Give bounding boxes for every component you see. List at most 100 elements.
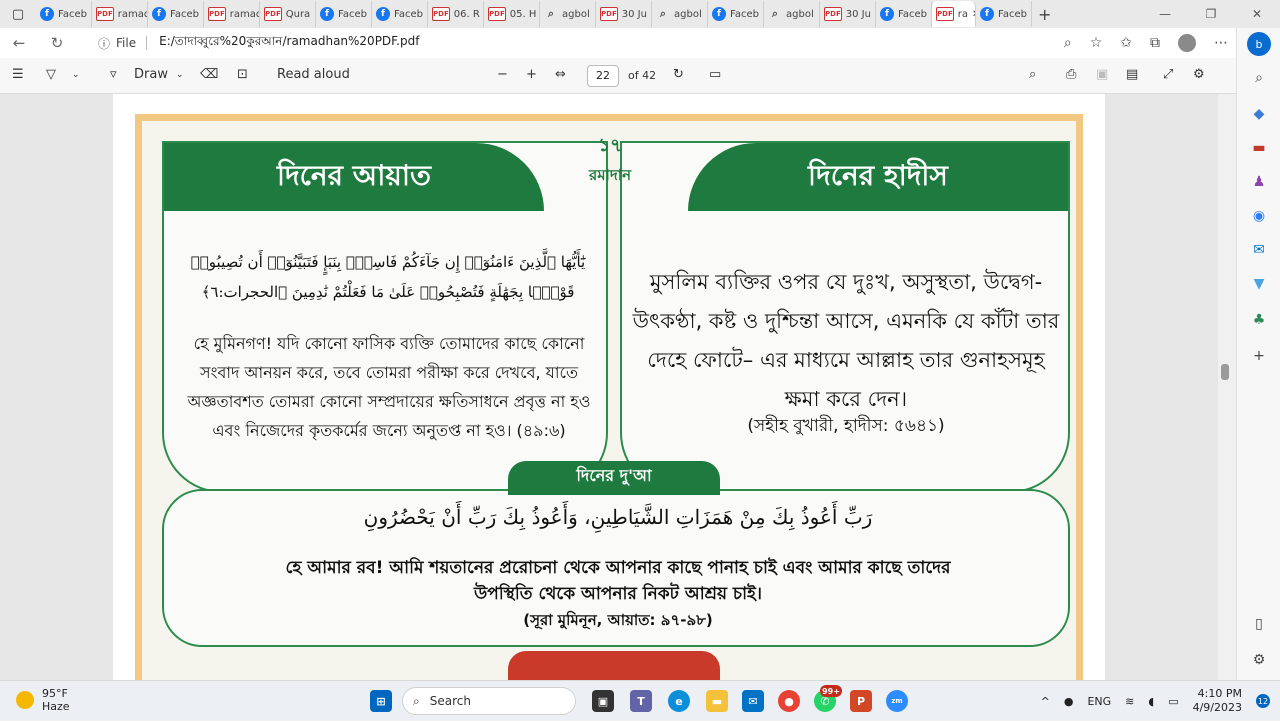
mail-icon[interactable]: ✉ bbox=[742, 690, 764, 712]
task-view-icon[interactable]: ▣ bbox=[592, 690, 614, 712]
draw-dropdown-icon[interactable]: ⌄ bbox=[176, 70, 184, 80]
tab-15[interactable]: PDF 30 Ju bbox=[820, 1, 876, 27]
add-favorite-icon[interactable]: ☆ bbox=[1090, 35, 1103, 51]
settings-icon[interactable]: ⚙ bbox=[1193, 67, 1205, 82]
fit-page-icon[interactable]: ⇔ bbox=[555, 67, 566, 82]
edge-icon[interactable]: e bbox=[668, 690, 690, 712]
zoom-app-icon[interactable]: zm bbox=[886, 690, 908, 712]
new-tab-button[interactable]: + bbox=[1038, 5, 1051, 24]
draw-icon[interactable]: ▿ bbox=[110, 67, 117, 82]
outlook-icon[interactable]: ✉ bbox=[1249, 240, 1269, 260]
microphone-icon[interactable]: ● bbox=[1064, 695, 1074, 708]
tab-actions-icon[interactable]: ▢ bbox=[0, 0, 36, 28]
save-as-icon[interactable]: ▤ bbox=[1126, 67, 1138, 82]
hadith-panel: দিনের হাদীস মুসলিম ব্যক্তির ওপর যে দুঃখ,… bbox=[620, 141, 1070, 493]
weather-widget[interactable]: 95°F Haze bbox=[16, 687, 70, 713]
erase-icon[interactable]: ⌫ bbox=[200, 67, 218, 82]
tools-icon[interactable]: ▬ bbox=[1249, 138, 1269, 158]
draw-button[interactable]: Draw bbox=[134, 67, 168, 82]
url-text[interactable]: E:/তাদাব্বুরে%20কুরআন/ramadhan%20PDF.pdf bbox=[159, 33, 419, 53]
tab-1[interactable]: f Faceb bbox=[36, 1, 92, 27]
tab-18[interactable]: f Faceb bbox=[976, 1, 1032, 27]
battery-icon[interactable]: ▭ bbox=[1168, 695, 1178, 708]
more-menu-icon[interactable]: ⋯ bbox=[1214, 35, 1228, 51]
bing-chat-icon[interactable]: b bbox=[1247, 32, 1271, 56]
powerpoint-icon[interactable]: P bbox=[850, 690, 872, 712]
tab-9[interactable]: PDF 05. H bbox=[484, 1, 540, 27]
file-explorer-icon[interactable]: ▬ bbox=[706, 690, 728, 712]
sidebar-layout-icon[interactable]: ▯ bbox=[1249, 614, 1269, 634]
maximize-button[interactable]: ❐ bbox=[1188, 0, 1234, 28]
taskbar: 95°F Haze ⊞ ⌕ Search ▣ T e ▬ ✉ ● ✆ 99+ P… bbox=[0, 680, 1280, 720]
weather-condition: Haze bbox=[42, 700, 70, 713]
pdf-viewer[interactable]: দিনের আয়াত يَٰٓأَيُّهَا ٱلَّذِينَ ءَامَ… bbox=[0, 94, 1218, 680]
rotate-icon[interactable]: ↻ bbox=[673, 67, 684, 82]
scrollbar-thumb[interactable] bbox=[1221, 364, 1229, 380]
office-icon[interactable]: ◉ bbox=[1249, 206, 1269, 226]
tab-label: 30 Ju bbox=[845, 8, 871, 20]
fullscreen-icon[interactable]: ⤢ bbox=[1163, 67, 1173, 82]
tab-14[interactable]: ⌕ agbol bbox=[764, 1, 820, 27]
page-view-icon[interactable]: ▭ bbox=[709, 67, 721, 82]
find-icon[interactable]: ⌕ bbox=[1029, 67, 1036, 82]
drop-icon[interactable]: ▼ bbox=[1249, 274, 1269, 294]
zoom-icon[interactable]: ⌕ bbox=[1064, 35, 1072, 51]
search-icon[interactable]: ⌕ bbox=[1249, 68, 1269, 88]
zoom-in-icon[interactable]: + bbox=[526, 67, 537, 82]
read-aloud-button[interactable]: Read aloud bbox=[277, 67, 350, 82]
pdf-icon: PDF bbox=[264, 7, 282, 21]
notification-count[interactable]: 12 bbox=[1256, 694, 1270, 708]
wifi-icon[interactable]: ≋ bbox=[1125, 695, 1134, 708]
tab-11[interactable]: PDF 30 Ju bbox=[596, 1, 652, 27]
back-button[interactable]: ← bbox=[0, 34, 38, 52]
tab-label: 30 Ju bbox=[621, 8, 647, 20]
page-number-input[interactable]: 22 bbox=[587, 65, 619, 87]
pdf-icon: PDF bbox=[488, 7, 506, 21]
hadith-bangla-text: মুসলিম ব্যক্তির ওপর যে দুঃখ, অসুস্থতা, উ… bbox=[632, 270, 1060, 411]
language-indicator[interactable]: ENG bbox=[1087, 695, 1111, 708]
facebook-icon: f bbox=[880, 7, 894, 21]
url-box[interactable]: ⓘ File E:/তাদাব্বুরে%20কুরআন/ramadhan%20… bbox=[84, 31, 1080, 55]
tab-4[interactable]: PDF ramad bbox=[204, 1, 260, 27]
tree-icon[interactable]: ♣ bbox=[1249, 310, 1269, 330]
tray-overflow-icon[interactable]: ^ bbox=[1041, 695, 1050, 708]
print-icon[interactable]: ⎙ bbox=[1066, 67, 1076, 82]
taskbar-search[interactable]: ⌕ Search bbox=[402, 687, 576, 715]
tab-17[interactable]: PDFra✕ bbox=[932, 1, 976, 27]
shopping-icon[interactable]: ◆ bbox=[1249, 104, 1269, 124]
site-info-icon[interactable]: ⓘ bbox=[98, 35, 110, 52]
tab-7[interactable]: f Faceb bbox=[372, 1, 428, 27]
refresh-button[interactable]: ↻ bbox=[38, 34, 76, 52]
vertical-scrollbar[interactable] bbox=[1218, 94, 1232, 680]
highlight-icon[interactable]: ▽ bbox=[46, 67, 56, 82]
collections-icon[interactable]: ⧉ bbox=[1150, 35, 1160, 51]
tab-13[interactable]: f Faceb bbox=[708, 1, 764, 27]
tab-2[interactable]: PDF ramad bbox=[92, 1, 148, 27]
tab-10[interactable]: ⌕ agbol bbox=[540, 1, 596, 27]
save-icon[interactable]: ▣ bbox=[1096, 67, 1108, 82]
close-window-button[interactable]: ✕ bbox=[1234, 0, 1280, 28]
read-aloud-icon[interactable]: ⊡ bbox=[237, 67, 248, 82]
clock[interactable]: 4:10 PM 4/9/2023 bbox=[1193, 687, 1242, 715]
tab-8[interactable]: PDF 06. R bbox=[428, 1, 484, 27]
ayat-header: দিনের আয়াত bbox=[164, 143, 544, 211]
start-icon[interactable]: ⊞ bbox=[370, 690, 392, 712]
zoom-out-icon[interactable]: − bbox=[497, 67, 508, 82]
contents-icon[interactable]: ☰ bbox=[12, 67, 24, 82]
clock-time: 4:10 PM bbox=[1197, 687, 1242, 700]
highlight-dropdown-icon[interactable]: ⌄ bbox=[72, 70, 80, 80]
profile-avatar[interactable] bbox=[1178, 34, 1196, 52]
tab-6[interactable]: f Faceb bbox=[316, 1, 372, 27]
minimize-button[interactable]: — bbox=[1142, 0, 1188, 28]
add-sidebar-app-icon[interactable]: + bbox=[1249, 346, 1269, 366]
tab-16[interactable]: f Faceb bbox=[876, 1, 932, 27]
chrome-icon[interactable]: ● bbox=[778, 690, 800, 712]
games-icon[interactable]: ♟ bbox=[1249, 172, 1269, 192]
sidebar-settings-icon[interactable]: ⚙ bbox=[1249, 650, 1269, 670]
tab-5[interactable]: PDF Qura bbox=[260, 1, 316, 27]
teams-icon[interactable]: T bbox=[630, 690, 652, 712]
tab-12[interactable]: ⌕ agbol bbox=[652, 1, 708, 27]
favorites-icon[interactable]: ✩ bbox=[1120, 35, 1132, 51]
tab-3[interactable]: f Faceb bbox=[148, 1, 204, 27]
volume-icon[interactable]: ◖ bbox=[1148, 695, 1154, 708]
